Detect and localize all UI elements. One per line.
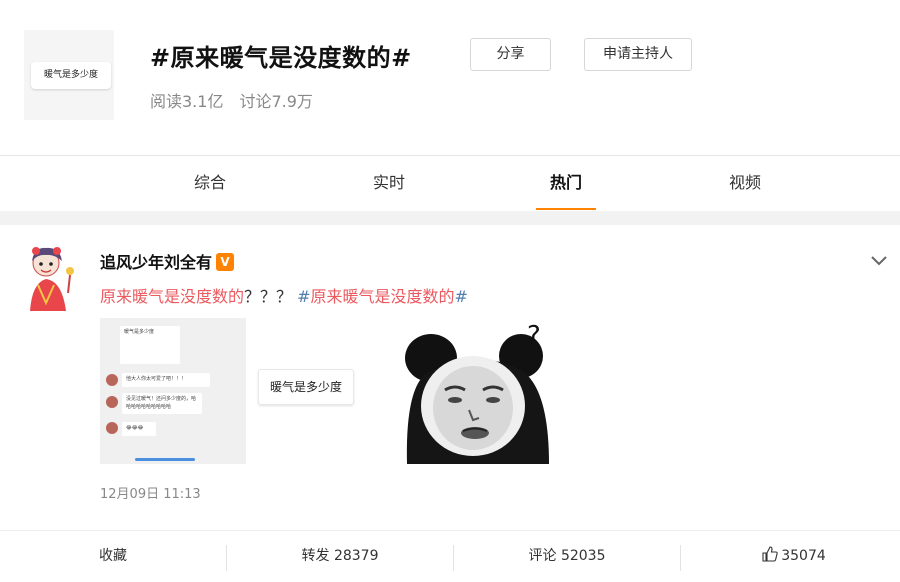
- repost-button[interactable]: 转发 28379: [227, 531, 453, 582]
- hashtag-link[interactable]: #原来暖气是没度数的#: [297, 287, 468, 306]
- like-count: 35074: [781, 548, 826, 564]
- post-image-panda-meme[interactable]: ?: [403, 318, 550, 464]
- thumbs-up-icon: [762, 546, 778, 562]
- chevron-down-icon[interactable]: [870, 255, 888, 267]
- tab-comprehensive[interactable]: 综合: [170, 156, 250, 212]
- chat-bubble: 😂😂😂: [122, 422, 156, 436]
- topic-header: 暖气是多少度 #原来暖气是没度数的# 分享 申请主持人 阅读3.1亿 讨论7.9万: [0, 0, 900, 155]
- post-image-chat[interactable]: 暖气是多少度 他大人你太可爱了吧！！！ 没见过暖气！还问多少度的，哈哈哈哈哈哈哈…: [100, 318, 246, 464]
- hashtag-text: 原来暖气是没度数的: [310, 287, 455, 306]
- read-count: 阅读3.1亿: [150, 92, 224, 111]
- chat-bubble: 没见过暖气！还问多少度的，哈哈哈哈哈哈哈哈哈哈: [122, 393, 202, 414]
- post-text: 原来暖气是没度数的？？？ #原来暖气是没度数的#: [100, 283, 468, 307]
- chat-avatar: [106, 422, 118, 434]
- comment-button[interactable]: 评论 52035: [454, 531, 680, 582]
- chat-scrollbar: [135, 458, 195, 461]
- like-button[interactable]: 35074: [681, 531, 900, 582]
- verified-badge-icon: V: [216, 253, 235, 271]
- svg-text:?: ?: [527, 321, 541, 351]
- post-image-sticker[interactable]: 暖气是多少度: [258, 369, 354, 405]
- avatar[interactable]: [24, 245, 78, 313]
- topic-stats: 阅读3.1亿 讨论7.9万: [150, 88, 313, 112]
- thumbnail-caption: 暖气是多少度: [31, 62, 111, 89]
- tab-video[interactable]: 视频: [705, 156, 785, 212]
- favorite-button[interactable]: 收藏: [0, 531, 226, 582]
- apply-host-button[interactable]: 申请主持人: [584, 38, 692, 71]
- section-divider: [0, 211, 900, 225]
- tab-hot[interactable]: 热门: [526, 156, 606, 212]
- chat-bubble: 暖气是多少度: [120, 326, 180, 364]
- feed-tabs: 综合 实时 热门 视频: [0, 155, 900, 211]
- topic-thumbnail: 暖气是多少度: [24, 30, 114, 120]
- author-name[interactable]: 追风少年刘全有 V: [100, 249, 235, 273]
- chat-avatar: [106, 396, 118, 408]
- share-button[interactable]: 分享: [470, 38, 551, 71]
- post-timestamp[interactable]: 12月09日 11:13: [100, 483, 201, 502]
- post-text-highlight: 原来暖气是没度数的: [100, 287, 245, 306]
- tab-realtime[interactable]: 实时: [349, 156, 429, 212]
- post-actions: 收藏 转发 28379 评论 52035 35074: [0, 530, 900, 582]
- feed-post: 追风少年刘全有 V 原来暖气是没度数的？？？ #原来暖气是没度数的# 暖气是多少度…: [0, 225, 900, 582]
- post-text-marks: ？？？: [244, 287, 293, 306]
- discussion-count: 讨论7.9万: [239, 92, 313, 111]
- chat-bubble: 他大人你太可爱了吧！！！: [122, 373, 210, 387]
- topic-title: #原来暖气是没度数的#: [150, 44, 412, 72]
- chat-avatar: [106, 374, 118, 386]
